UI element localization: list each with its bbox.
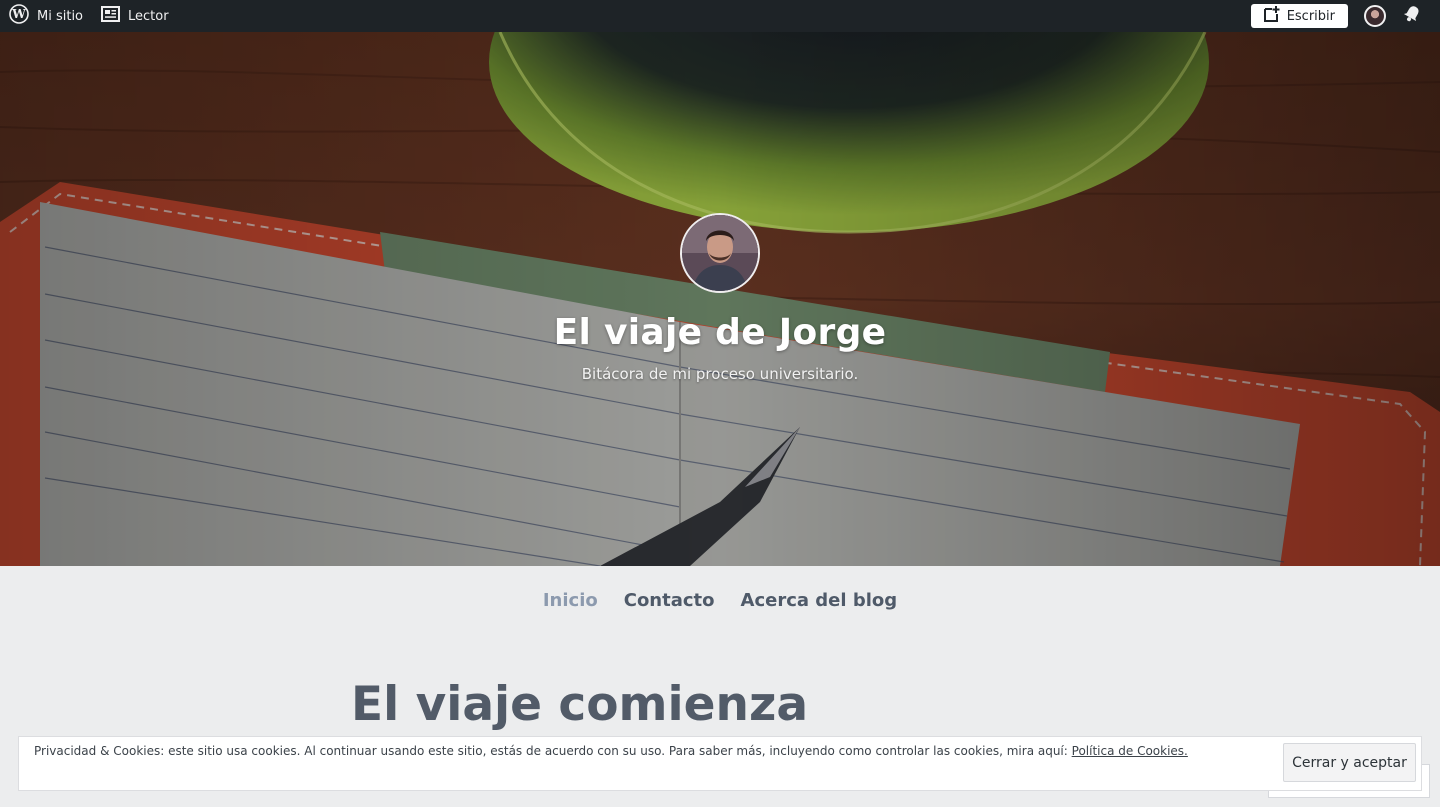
site-description: Bitácora de mi proceso universitario. <box>581 365 859 383</box>
nav-item-contacto[interactable]: Contacto <box>624 590 715 611</box>
admin-bar: W Mi sitio Lector Escribir <box>0 0 1440 32</box>
site-avatar[interactable] <box>680 213 760 293</box>
cookie-policy-link[interactable]: Política de Cookies. <box>1072 744 1188 758</box>
my-site-label: Mi sitio <box>37 8 84 24</box>
notifications-bell-icon[interactable] <box>1402 4 1422 28</box>
wordpress-logo-icon: W <box>9 4 29 28</box>
nav-item-acerca-del-blog[interactable]: Acerca del blog <box>741 590 898 611</box>
cookie-banner: Privacidad & Cookies: este sitio usa coo… <box>18 736 1422 791</box>
accept-cookies-button[interactable]: Cerrar y aceptar <box>1283 743 1416 782</box>
write-label: Escribir <box>1286 8 1335 24</box>
reader-label: Lector <box>128 8 169 24</box>
reader-icon <box>101 6 121 26</box>
site-title[interactable]: El viaje de Jorge <box>0 312 1440 353</box>
user-avatar[interactable] <box>1364 5 1386 27</box>
write-button[interactable]: Escribir <box>1250 4 1348 28</box>
svg-text:W: W <box>11 7 26 21</box>
header-hero: El viaje de Jorge Bitácora de mi proceso… <box>0 32 1440 566</box>
cookie-text: Privacidad & Cookies: este sitio usa coo… <box>34 744 1068 758</box>
nav-item-inicio[interactable]: Inicio <box>543 590 598 611</box>
my-site-menu[interactable]: W Mi sitio <box>0 0 92 32</box>
post-title[interactable]: El viaje comienza <box>351 677 808 732</box>
new-post-icon <box>1263 5 1281 27</box>
reader-menu[interactable]: Lector <box>92 0 178 32</box>
cookie-message: Privacidad & Cookies: este sitio usa coo… <box>34 744 1188 758</box>
header-overlay <box>0 32 1440 566</box>
main-navigation: Inicio Contacto Acerca del blog <box>0 590 1440 611</box>
